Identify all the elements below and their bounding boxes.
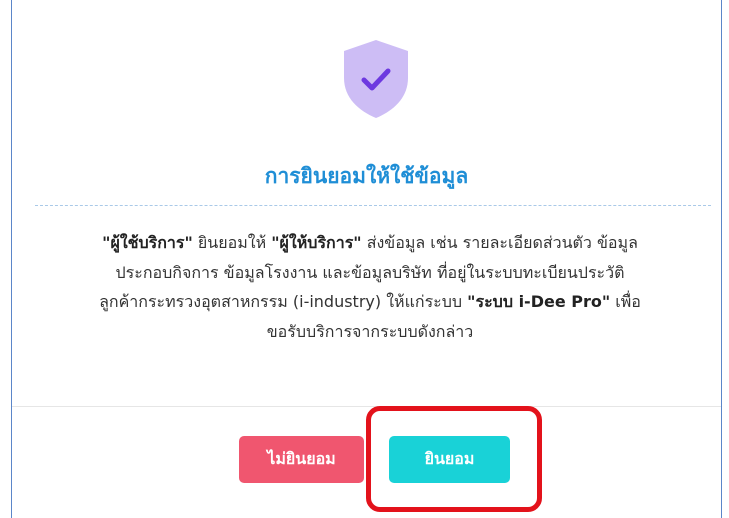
dashed-divider [35, 205, 711, 206]
message-line-4: ขอรับบริการจากระบบดังกล่าว [266, 321, 474, 341]
screenshot-frame: การยินยอมให้ใช้ข้อมูล "ผู้ใช้บริการ" ยิน… [0, 0, 729, 518]
consent-dialog: การยินยอมให้ใช้ข้อมูล "ผู้ใช้บริการ" ยิน… [12, 0, 721, 518]
window-border-right [721, 0, 722, 518]
message-text: ลูกค้ากระทรวงอุตสาหกรรม (i-industry) ให้… [99, 292, 468, 311]
message-text: ยินยอมให้ [192, 233, 272, 252]
user-term: "ผู้ใช้บริการ" [102, 233, 193, 252]
decline-button[interactable]: ไม่ยินยอม [239, 436, 364, 483]
message-line-3: ลูกค้ากระทรวงอุตสาหกรรม (i-industry) ให้… [28, 287, 712, 317]
shield-check-icon [340, 38, 412, 120]
provider-term: "ผู้ให้บริการ" [271, 233, 362, 252]
footer-divider [12, 406, 721, 407]
system-name: "ระบบ i-Dee Pro" [467, 292, 611, 311]
message-line-2: ประกอบกิจการ ข้อมูลโรงงาน และข้อมูลบริษั… [115, 262, 625, 282]
message-line-1: "ผู้ใช้บริการ" ยินยอมให้ "ผู้ให้บริการ" … [28, 228, 712, 258]
message-text: ส่งข้อมูล เช่น รายละเอียดส่วนตัว ข้อมูล [361, 233, 638, 252]
consent-message: "ผู้ใช้บริการ" ยินยอมให้ "ผู้ให้บริการ" … [28, 228, 712, 346]
decline-button-label: ไม่ยินยอม [267, 449, 336, 468]
message-text: เพื่อ [610, 292, 641, 311]
dialog-title: การยินยอมให้ใช้ข้อมูล [264, 164, 469, 188]
red-highlight-annotation [366, 406, 542, 512]
